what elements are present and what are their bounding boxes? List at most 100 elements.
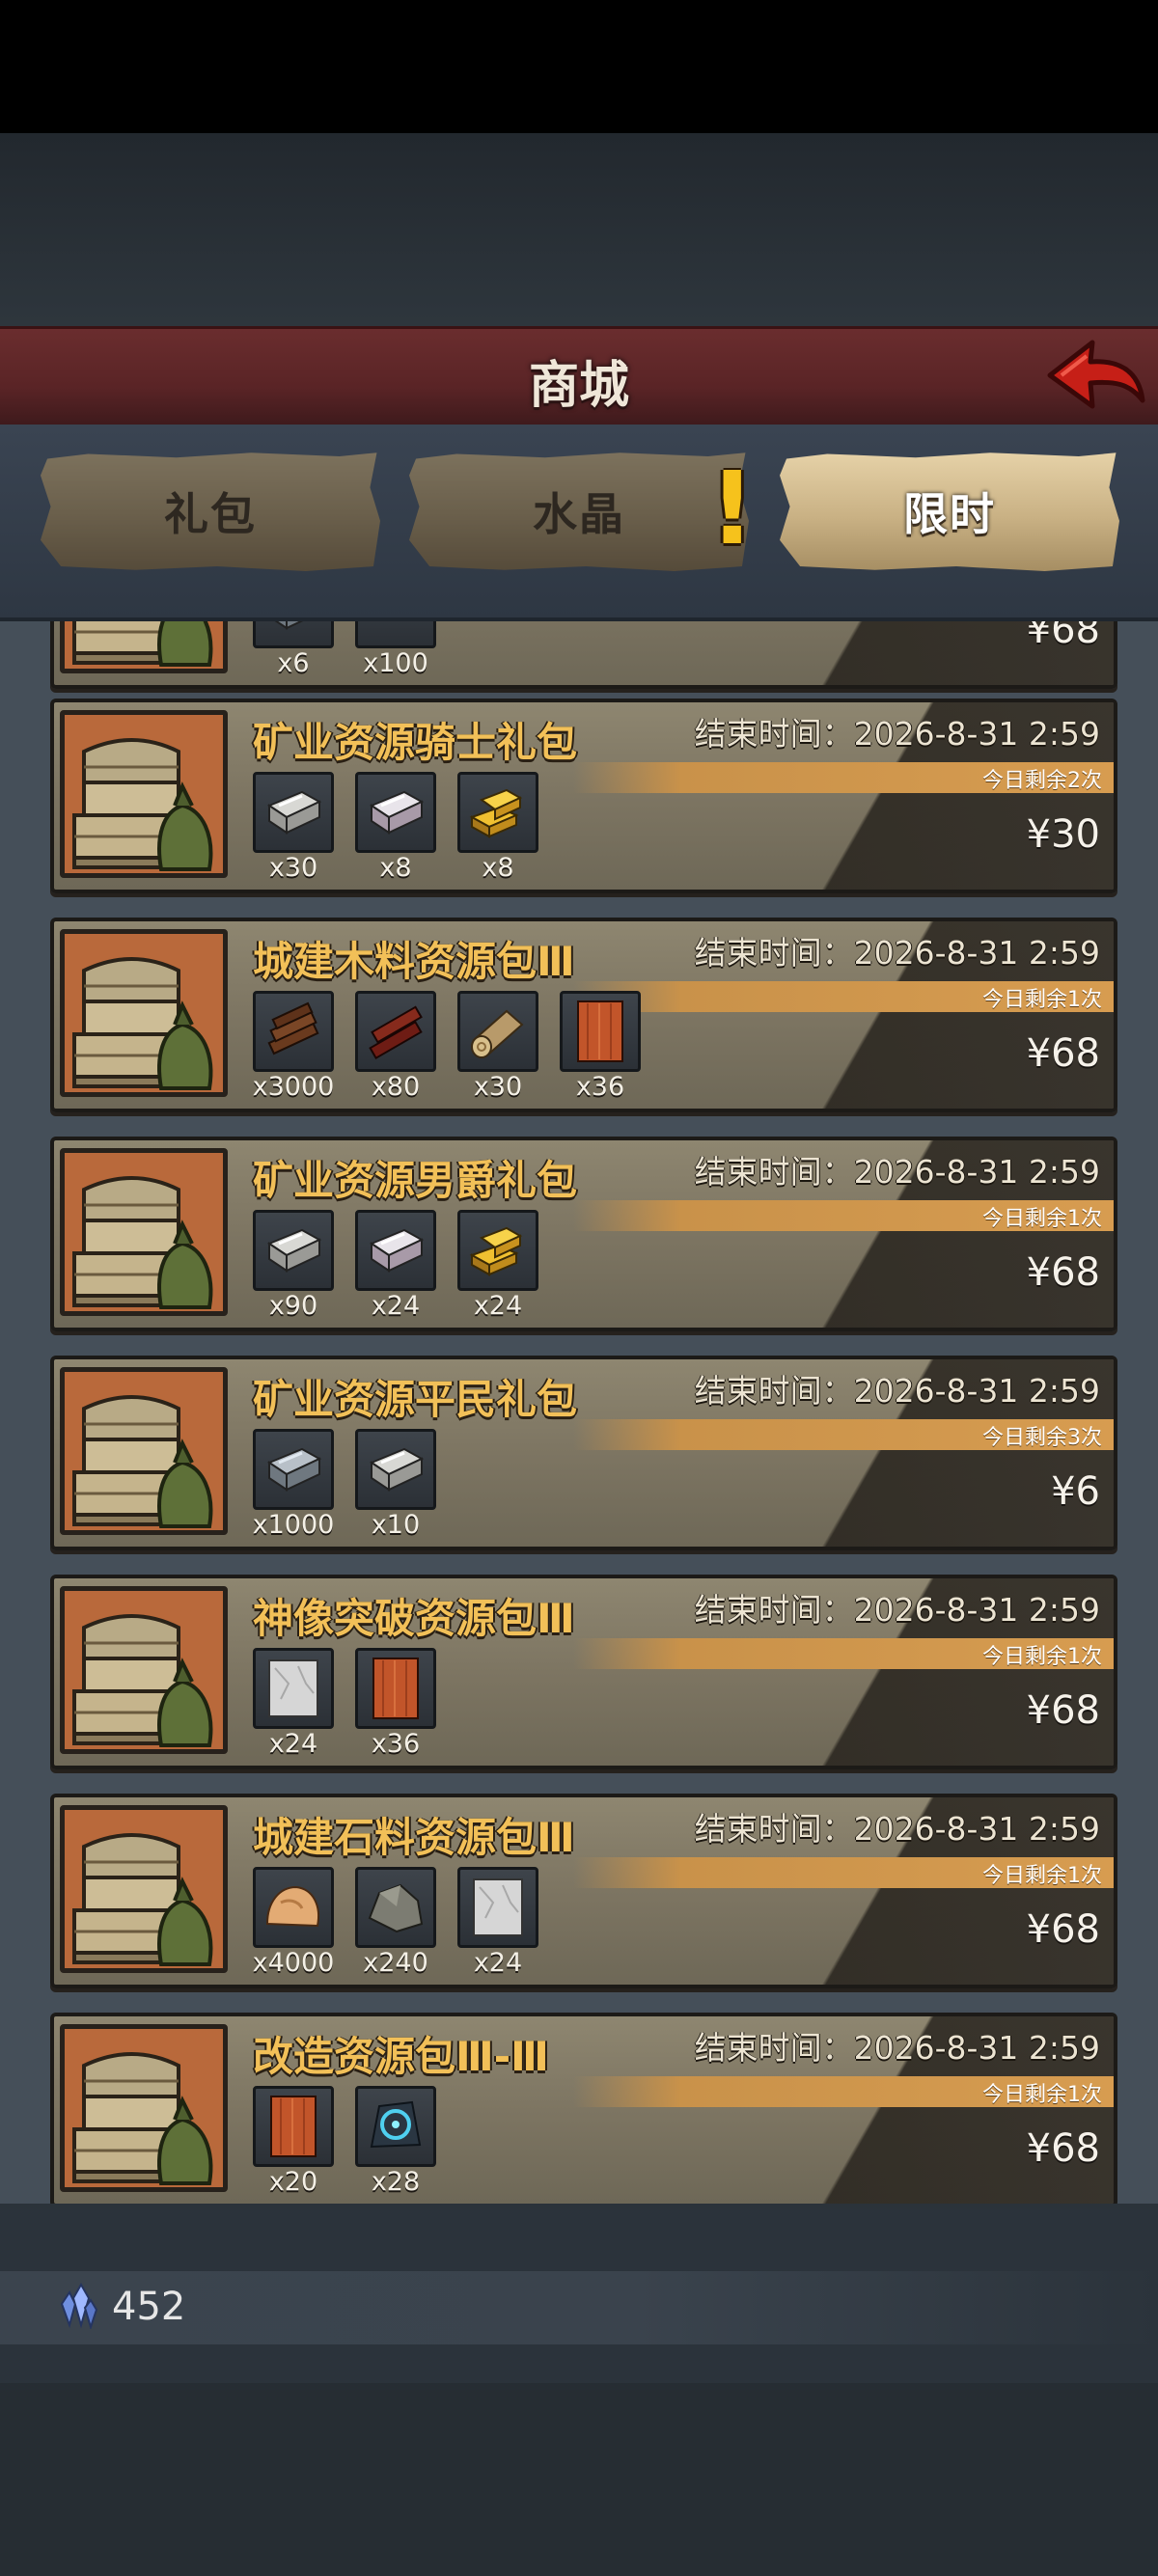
tab-label: 限时 — [903, 488, 996, 540]
silver-ingot-icon — [355, 1429, 436, 1510]
chest-icon — [60, 1367, 228, 1535]
back-button[interactable] — [1042, 333, 1148, 420]
offer-card-partial[interactable]: x6 x100 ¥68 — [50, 621, 1117, 689]
reward-item[interactable]: x28 — [355, 2086, 436, 2202]
remaining-badge: 今日剩余1次 — [573, 1857, 1114, 1888]
remaining-badge: 今日剩余3次 — [573, 1419, 1114, 1450]
remaining-badge: 今日剩余1次 — [573, 1638, 1114, 1669]
item-count: x28 — [371, 2167, 421, 2197]
chest-icon — [60, 710, 228, 878]
item-count: x20 — [268, 2167, 318, 2197]
item-count: x30 — [268, 853, 318, 883]
item-count: x30 — [473, 1072, 523, 1102]
page-title: 商城 — [528, 357, 629, 415]
reward-item[interactable]: x30 — [253, 772, 334, 888]
remaining-text: 今日剩余1次 — [982, 988, 1102, 1012]
marble-block-icon — [457, 1867, 538, 1948]
price-button[interactable]: ¥68 — [1027, 1907, 1100, 1952]
offer-title: 矿业资源平民礼包 — [253, 1376, 578, 1423]
reward-item[interactable]: x24 — [355, 1210, 436, 1326]
offer-card[interactable]: 矿业资源平民礼包 结束时间：2026-8-31 2:59 今日剩余3次 x1000 … — [50, 1356, 1117, 1550]
offer-card[interactable]: 神像突破资源包Ⅲ 结束时间：2026-8-31 2:59 今日剩余1次 x24 x3… — [50, 1575, 1117, 1769]
reward-item[interactable]: x90 — [253, 1210, 334, 1326]
back-arrow-icon — [1047, 340, 1145, 409]
silver-ingot-icon — [253, 772, 334, 853]
price-button[interactable]: ¥68 — [1027, 1688, 1100, 1733]
offer-card[interactable]: 城建石料资源包Ⅲ 结束时间：2026-8-31 2:59 今日剩余1次 x4000 … — [50, 1794, 1117, 1988]
reward-item[interactable]: x20 — [253, 2086, 334, 2202]
plank-icon — [560, 991, 641, 1072]
plank-icon — [253, 2086, 334, 2167]
tab-gift-pack[interactable]: 礼包 — [41, 452, 380, 571]
item-count: x240 — [363, 1948, 428, 1978]
offer-title: 矿业资源男爵礼包 — [253, 1157, 578, 1204]
price-button[interactable]: ¥68 — [1027, 1250, 1100, 1295]
top-band — [0, 133, 1158, 326]
item-count: x80 — [371, 1072, 421, 1102]
price-button[interactable]: ¥68 — [1027, 621, 1100, 652]
offer-title: 城建石料资源包Ⅲ — [253, 1814, 575, 1861]
offer-title: 改造资源包Ⅲ-Ⅲ — [253, 2033, 549, 2080]
reward-item: x6 — [253, 621, 334, 683]
offer-card[interactable]: 改造资源包Ⅲ-Ⅲ 结束时间：2026-8-31 2:59 今日剩余1次 x20 x2… — [50, 2013, 1117, 2204]
tab-bar: 礼包 水晶 限时 — [0, 425, 1158, 621]
remaining-text: 今日剩余1次 — [982, 1645, 1102, 1669]
tab-crystal[interactable]: 水晶 — [409, 452, 749, 571]
crystal-count: 452 — [112, 2285, 186, 2329]
offer-title: 矿业资源骑士礼包 — [253, 719, 578, 766]
item-count: x3000 — [252, 1072, 335, 1102]
crystal-icon — [60, 2283, 98, 2329]
offer-card[interactable]: 矿业资源男爵礼包 结束时间：2026-8-31 2:59 今日剩余1次 x90 x2… — [50, 1137, 1117, 1331]
reward-item[interactable]: x24 — [457, 1210, 538, 1326]
price-button[interactable]: ¥30 — [1027, 812, 1100, 857]
end-time: 结束时间：2026-8-31 2:59 — [694, 2029, 1100, 2067]
reward-item[interactable]: x4000 — [253, 1867, 334, 1983]
offer-card[interactable]: 矿业资源骑士礼包 结束时间：2026-8-31 2:59 今日剩余2次 x30 x8… — [50, 699, 1117, 893]
platinum-ingot-icon — [355, 772, 436, 853]
item-count: x1000 — [252, 1510, 335, 1540]
chest-icon — [60, 929, 228, 1097]
item-count: x100 — [363, 648, 428, 678]
reward-item[interactable]: x30 — [457, 991, 538, 1107]
gold-ingot-icon — [457, 772, 538, 853]
plank-icon — [355, 1648, 436, 1729]
wood-icon — [355, 621, 436, 648]
rock-icon — [355, 1867, 436, 1948]
price-button[interactable]: ¥68 — [1027, 1031, 1100, 1076]
platinum-ingot-icon — [355, 1210, 436, 1291]
reward-item[interactable]: x36 — [560, 991, 641, 1107]
reward-item[interactable]: x10 — [355, 1429, 436, 1545]
item-count: x24 — [473, 1291, 523, 1321]
reward-item[interactable]: x24 — [253, 1648, 334, 1764]
reward-item[interactable]: x240 — [355, 1867, 436, 1983]
tab-label: 水晶 — [533, 488, 625, 540]
end-time: 结束时间：2026-8-31 2:59 — [694, 1153, 1100, 1191]
item-count: x8 — [379, 853, 412, 883]
price-button[interactable]: ¥68 — [1027, 2126, 1100, 2171]
item-count: x8 — [482, 853, 514, 883]
item-count: x6 — [277, 648, 310, 678]
reward-item[interactable]: x1000 — [253, 1429, 334, 1545]
price-button[interactable]: ¥6 — [1051, 1469, 1100, 1514]
reward-item[interactable]: x24 — [457, 1867, 538, 1983]
silver-ingot-icon — [253, 1210, 334, 1291]
item-count: x36 — [575, 1072, 625, 1102]
reward-item[interactable]: x36 — [355, 1648, 436, 1764]
end-time: 结束时间：2026-8-31 2:59 — [694, 1591, 1100, 1629]
reward-item[interactable]: x3000 — [253, 991, 334, 1107]
tab-limited[interactable]: 限时 — [780, 452, 1119, 571]
offer-card[interactable]: 城建木料资源包Ⅲ 结束时间：2026-8-31 2:59 今日剩余1次 x3000 … — [50, 918, 1117, 1112]
tab-label: 礼包 — [164, 488, 257, 540]
offer-list[interactable]: x6 x100 ¥68 矿业资源骑士礼包 结束时间：2026-8-31 2:59 今日… — [0, 621, 1158, 2204]
reward-item[interactable]: x8 — [457, 772, 538, 888]
wood-pile-icon — [253, 991, 334, 1072]
end-time: 结束时间：2026-8-31 2:59 — [694, 715, 1100, 753]
remaining-text: 今日剩余2次 — [982, 769, 1102, 793]
bottom-band — [0, 2383, 1158, 2576]
reward-item[interactable]: x8 — [355, 772, 436, 888]
chest-icon — [60, 2024, 228, 2192]
dark-wood-icon — [355, 991, 436, 1072]
reward-item: x100 — [355, 621, 436, 683]
reward-item[interactable]: x80 — [355, 991, 436, 1107]
chest-icon — [60, 1586, 228, 1754]
